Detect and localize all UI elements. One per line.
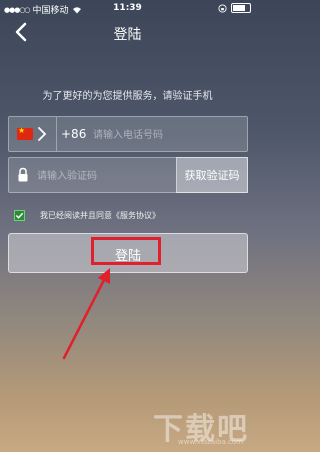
agreement-checkbox[interactable]: [14, 209, 25, 221]
verification-code-input[interactable]: [35, 166, 179, 186]
agreement-text: 我已经阅读并且同意: [40, 210, 112, 220]
watermark-logo: 下载吧: [153, 412, 249, 447]
phone-input-row: ★ +86: [8, 116, 248, 152]
lock-icon: [18, 167, 28, 182]
login-button[interactable]: 登陆: [8, 233, 248, 273]
login-button-label: 登陆: [114, 249, 141, 264]
code-input-row: 获取验证码: [8, 157, 248, 193]
service-agreement-link[interactable]: 《服务协议》: [112, 210, 160, 221]
red-arrow-icon: [62, 268, 110, 360]
chevron-right-icon[interactable]: [36, 126, 48, 142]
status-bar: ●●●○○ 中国移动 11:39: [0, 0, 255, 16]
divider: [56, 117, 57, 151]
phone-number-input[interactable]: [91, 125, 245, 145]
status-right: [218, 3, 251, 13]
china-flag-icon[interactable]: ★: [17, 126, 33, 140]
checkmark-icon: [15, 212, 24, 219]
status-time: 11:39: [113, 3, 142, 13]
lock-rotation-icon: [218, 3, 227, 13]
verify-instruction: 为了更好的为您提供服务，请验证手机: [42, 91, 213, 102]
get-code-button[interactable]: 获取验证码: [176, 157, 248, 193]
country-code: +86: [61, 127, 87, 141]
page-title: 登陆: [113, 27, 142, 43]
agreement-row: 我已经阅读并且同意 《服务协议》: [14, 208, 160, 222]
battery-icon: [231, 3, 251, 13]
nav-bar: 登陆: [0, 16, 255, 48]
watermark-url: www.xiazaiba.com: [178, 438, 243, 446]
flag-star-icon: ★: [18, 126, 26, 135]
